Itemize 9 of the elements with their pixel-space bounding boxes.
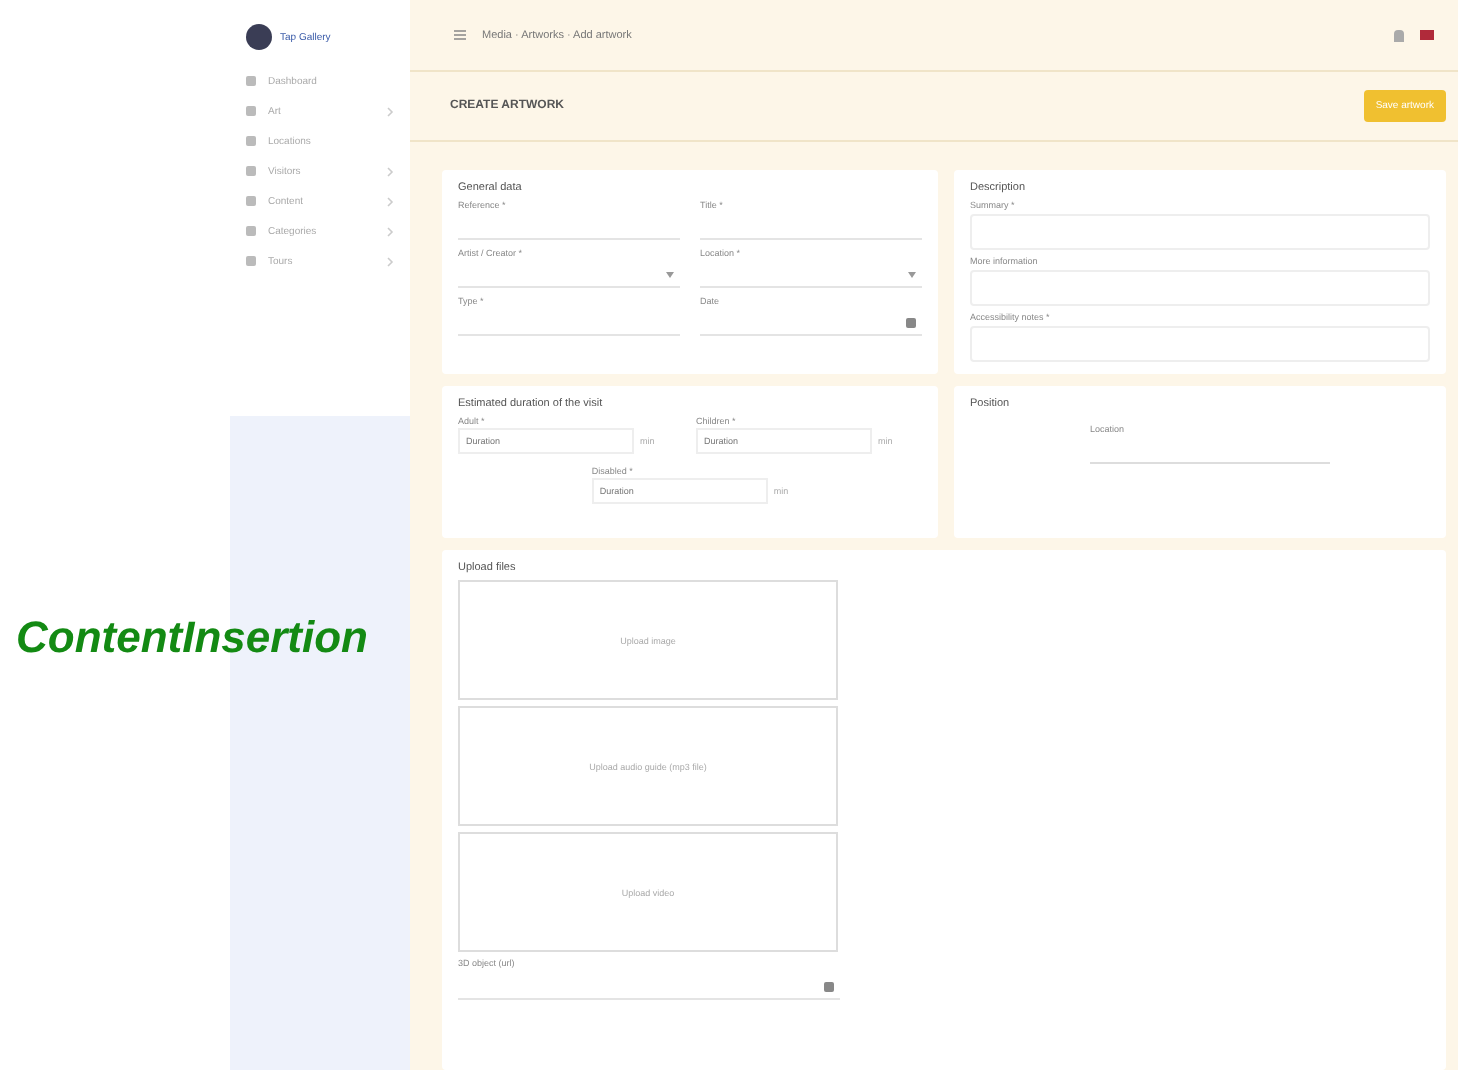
flag-icon[interactable]: [1420, 30, 1434, 41]
overlay-caption: ContentInsertion: [16, 612, 368, 664]
calendar-icon: [824, 981, 834, 991]
calendar-icon: [906, 317, 916, 327]
logo-icon: [246, 24, 272, 50]
bell-icon[interactable]: [1394, 29, 1404, 42]
dropdown-icon: [908, 271, 916, 277]
menu-icon[interactable]: [454, 30, 466, 41]
dropdown-icon: [666, 271, 674, 277]
